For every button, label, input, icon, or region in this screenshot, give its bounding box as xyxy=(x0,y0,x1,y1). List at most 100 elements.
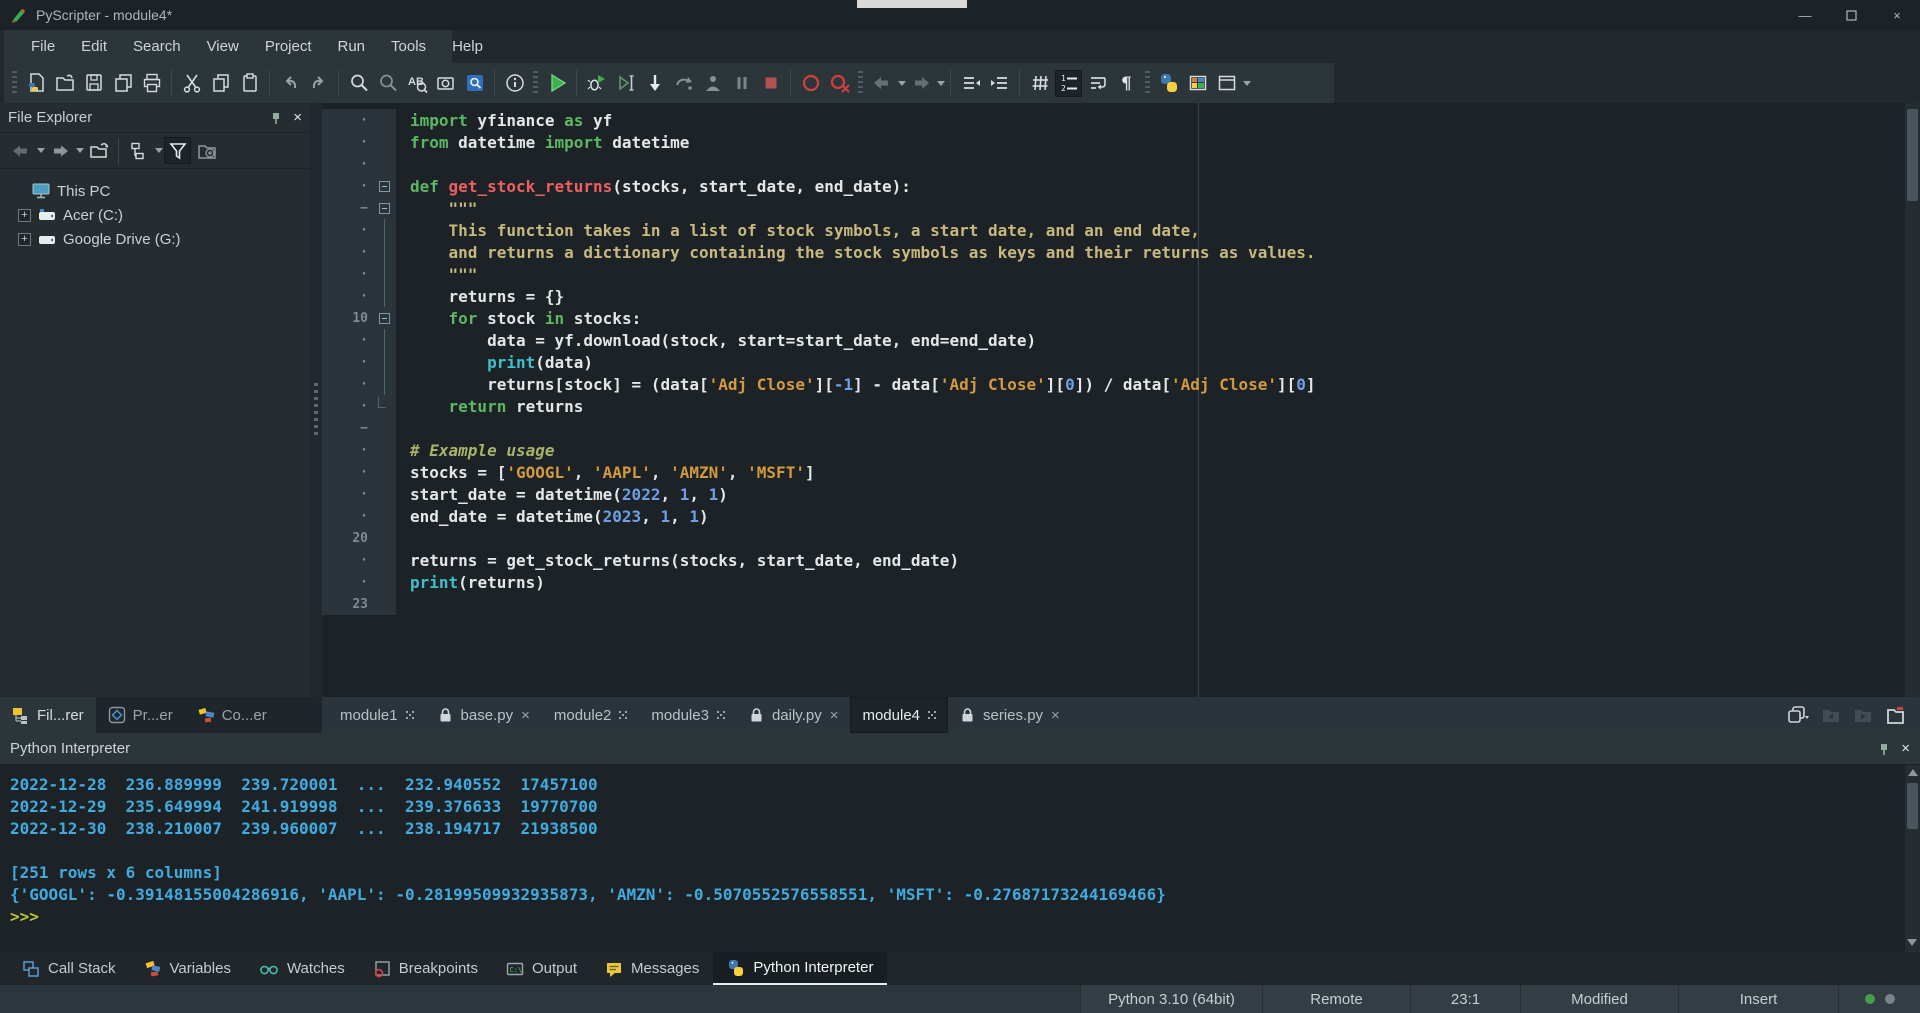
menu-run[interactable]: Run xyxy=(325,30,379,63)
find-in-files-button[interactable] xyxy=(432,70,459,97)
tree-item-this-pc[interactable]: This PC xyxy=(10,179,310,203)
gutter-marker[interactable]: · xyxy=(322,571,372,593)
explorer-filter-button[interactable] xyxy=(164,137,191,164)
nav-back-button[interactable] xyxy=(868,70,895,97)
tab-project-explorer[interactable]: Pr...er xyxy=(96,697,185,733)
menu-tools[interactable]: Tools xyxy=(378,30,439,63)
fold-marker[interactable] xyxy=(372,307,396,329)
editor-tab-series.py[interactable]: series.py× xyxy=(948,697,1072,733)
close-tab-icon[interactable]: × xyxy=(1051,708,1060,723)
close-tab-icon[interactable]: × xyxy=(830,708,839,723)
search-button[interactable] xyxy=(345,70,372,97)
fold-marker[interactable] xyxy=(372,175,396,197)
window-layout-button[interactable] xyxy=(1213,70,1240,97)
fold-marker[interactable] xyxy=(372,153,396,175)
explorer-forward-dropdown[interactable] xyxy=(76,148,84,153)
code-line[interactable]: ·end_date = datetime(2023, 1, 1) xyxy=(322,505,1905,527)
special-chars-button[interactable]: ¶ xyxy=(1113,70,1140,97)
explorer-open-folder-button[interactable] xyxy=(85,137,112,164)
browser-search-button[interactable] xyxy=(461,70,488,97)
info-button[interactable] xyxy=(501,70,528,97)
print-button[interactable] xyxy=(138,70,165,97)
explorer-new-folder-button[interactable] xyxy=(193,137,220,164)
editor-tab-daily.py[interactable]: daily.py× xyxy=(737,697,851,733)
pin-icon[interactable] xyxy=(269,111,283,125)
tab-list-icon[interactable] xyxy=(1786,704,1810,726)
dedent-button[interactable] xyxy=(957,70,984,97)
line-numbers-button[interactable]: 12 xyxy=(1055,70,1082,97)
modified-close-icon[interactable] xyxy=(717,711,725,719)
close-panel-icon[interactable]: × xyxy=(1901,740,1910,757)
nav-back-dropdown[interactable] xyxy=(898,81,906,86)
editor-scrollbar[interactable] xyxy=(1905,103,1920,697)
gutter-marker[interactable]: · xyxy=(322,329,372,351)
fold-marker[interactable] xyxy=(372,263,396,285)
step-into-button[interactable] xyxy=(641,70,668,97)
gutter-marker[interactable]: · xyxy=(322,439,372,461)
run-to-cursor-button[interactable] xyxy=(612,70,639,97)
gutter-marker[interactable]: · xyxy=(322,483,372,505)
code-line[interactable]: ·start_date = datetime(2022, 1, 1) xyxy=(322,483,1905,505)
code-line[interactable]: · return returns xyxy=(322,395,1905,417)
ide-layout-button[interactable] xyxy=(1184,70,1211,97)
gutter-marker[interactable]: · xyxy=(322,351,372,373)
interpreter-scrollbar[interactable] xyxy=(1905,765,1920,952)
code-line[interactable]: ·# Example usage xyxy=(322,439,1905,461)
editor-tab-module2[interactable]: module2 xyxy=(542,697,640,733)
maximize-button[interactable] xyxy=(1828,0,1874,30)
tree-item-google-drive-g[interactable]: + Google Drive (G:) xyxy=(10,227,310,251)
pause-button[interactable] xyxy=(728,70,755,97)
gutter-marker[interactable]: 20 xyxy=(322,527,372,549)
modified-close-icon[interactable] xyxy=(619,711,627,719)
prev-file-icon[interactable] xyxy=(1820,704,1842,726)
gutter-marker[interactable]: · xyxy=(322,549,372,571)
explorer-tree-view-dropdown[interactable] xyxy=(155,148,163,153)
editor-tab-module1[interactable]: module1 xyxy=(328,697,426,733)
python-engine-button[interactable] xyxy=(1155,70,1182,97)
code-line[interactable]: ·returns = get_stock_returns(stocks, sta… xyxy=(322,549,1905,571)
code-line[interactable]: ·import yfinance as yf xyxy=(322,109,1905,131)
expand-plus-icon[interactable]: + xyxy=(18,209,31,222)
editor-tab-base.py[interactable]: base.py× xyxy=(426,697,542,733)
code-editor[interactable]: ·import yfinance as yf·from datetime imp… xyxy=(322,103,1905,697)
editor-tab-module4[interactable]: module4 xyxy=(850,697,948,733)
modified-close-icon[interactable] xyxy=(928,711,936,719)
cut-button[interactable] xyxy=(178,70,205,97)
fold-marker[interactable] xyxy=(372,109,396,131)
close-file-icon[interactable] xyxy=(1884,704,1906,726)
tab-variables[interactable]: Variables xyxy=(130,952,245,985)
nav-forward-button[interactable] xyxy=(907,70,934,97)
gutter-marker[interactable]: · xyxy=(322,505,372,527)
fold-marker[interactable] xyxy=(372,219,396,241)
replace-button[interactable]: AB xyxy=(403,70,430,97)
fold-marker[interactable] xyxy=(372,571,396,593)
explorer-back-dropdown[interactable] xyxy=(37,148,45,153)
code-line[interactable]: · xyxy=(322,153,1905,175)
tab-watches[interactable]: Watches xyxy=(245,952,359,985)
console-prompt[interactable]: >>> xyxy=(10,907,1905,929)
code-line[interactable]: ·from datetime import datetime xyxy=(322,131,1905,153)
tab-messages[interactable]: Messages xyxy=(591,952,713,985)
menu-view[interactable]: View xyxy=(194,30,252,63)
modified-close-icon[interactable] xyxy=(406,711,414,719)
search-next-button[interactable] xyxy=(374,70,401,97)
scroll-up-icon[interactable] xyxy=(1908,769,1918,776)
fold-marker[interactable] xyxy=(372,395,396,417)
code-line[interactable]: · """ xyxy=(322,263,1905,285)
undo-button[interactable] xyxy=(276,70,303,97)
save-all-button[interactable] xyxy=(109,70,136,97)
tree-item-acer-c[interactable]: + Acer (C:) xyxy=(10,203,310,227)
step-over-button[interactable] xyxy=(670,70,697,97)
code-line[interactable]: − """ xyxy=(322,197,1905,219)
next-file-icon[interactable] xyxy=(1852,704,1874,726)
stop-button[interactable] xyxy=(757,70,784,97)
gutter-marker[interactable]: · xyxy=(322,285,372,307)
gutter-marker[interactable]: − xyxy=(322,417,372,439)
expand-plus-icon[interactable]: + xyxy=(18,233,31,246)
explorer-forward-button[interactable] xyxy=(46,137,73,164)
close-button[interactable]: × xyxy=(1874,0,1920,30)
code-line[interactable]: ·stocks = ['GOOGL', 'AAPL', 'AMZN', 'MSF… xyxy=(322,461,1905,483)
window-layout-dropdown[interactable] xyxy=(1243,81,1251,86)
scroll-down-icon[interactable] xyxy=(1907,939,1917,946)
gutter-marker[interactable]: 10 xyxy=(322,307,372,329)
